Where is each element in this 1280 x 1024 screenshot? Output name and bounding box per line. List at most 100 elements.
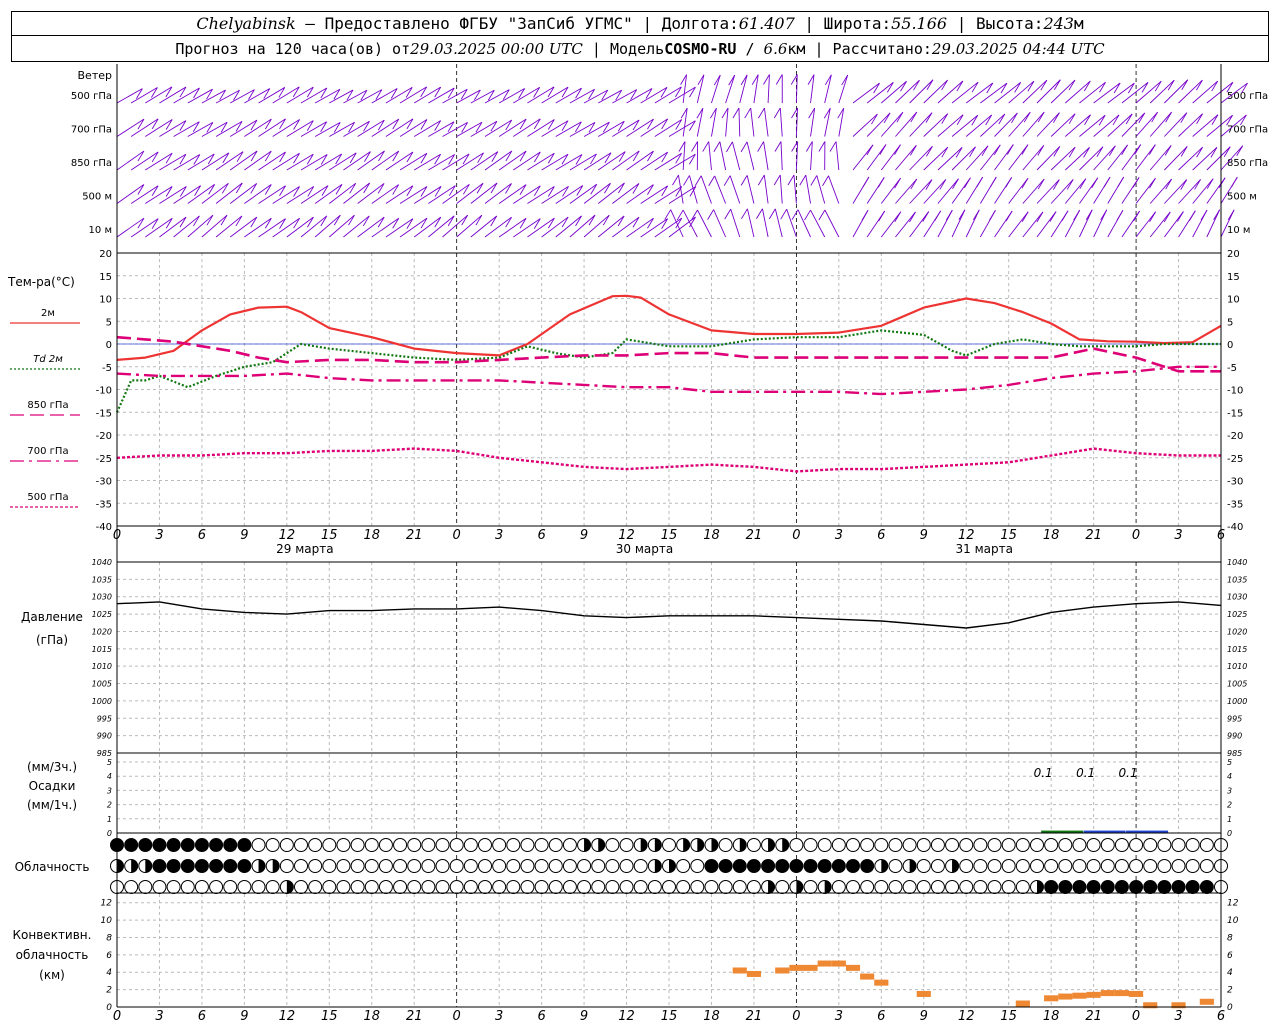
cloud-symbol [350,838,365,852]
wind-level-label-right: 500 гПа [1227,91,1268,102]
hour-tick-label-bottom: 3 [1174,1009,1182,1024]
cloud-partial-fill [782,838,789,852]
press-tick-right: 1025 [1227,610,1247,619]
wind-barb-flag [1165,178,1173,190]
wind-barb-staff [229,216,258,238]
wind-barb-staff [795,141,799,171]
hour-tick-label: 21 [1085,528,1102,543]
precip-tick-left: 0 [107,829,112,838]
wind-barb-staff [852,113,878,137]
wind-barb-staff [513,151,541,171]
wind-barb-flag [647,218,654,229]
cloud-partial-fill [640,838,648,852]
wind-barb-staff [527,152,555,171]
cloud-symbol [945,880,960,894]
wind-barb-staff [937,114,964,137]
wind-barb-staff [612,150,640,171]
wind-barb-staff [229,150,258,171]
wind-barb-staff [738,107,741,137]
hour-tick-label-bottom: 0 [453,1009,461,1024]
wind-barb-flag [193,215,200,227]
wind-barb-flag [1213,209,1221,220]
cloud-symbol [817,838,832,852]
hour-tick-label: 12 [618,528,635,543]
wind-barb-flag [664,209,672,220]
wind-barb-flag [363,182,371,194]
press-tick-left: 1030 [92,593,112,602]
cloud-symbol [393,859,408,873]
hour-tick-label: 9 [920,528,928,543]
cloud-partial-fill [654,859,662,873]
wind-barb-staff [1121,112,1146,137]
wind-barb-staff [980,113,1006,137]
wind-barb-staff [583,182,611,204]
press-tick-left: 1015 [92,645,112,654]
cloud-symbol [562,859,577,873]
wind-barb-flag [971,115,979,126]
hour-tick-label: 0 [453,528,461,543]
precip-bar [1041,830,1084,833]
wind-barb-flag [1112,114,1120,126]
wind-barb-flag [775,74,783,85]
wind-barb-staff [640,86,668,104]
cloud-symbol [223,838,238,852]
wind-barb-staff [215,120,243,137]
hour-tick-label-bottom: 3 [835,1009,843,1024]
temp-tick-right: 15 [1227,272,1240,283]
press-tick-left: 1020 [92,627,112,636]
wind-barb-staff [314,214,341,238]
wind-barb-staff [498,184,527,204]
wind-barb-flag [1200,209,1208,221]
wind-barb-flag [575,215,582,227]
cloud-symbol [294,880,308,894]
wind-barb-staff [810,141,813,171]
hour-tick-label: 0 [792,528,800,543]
press-tick-right: 1020 [1227,627,1247,636]
wind-barb-staff [258,218,286,238]
wind-barb-staff [272,152,300,171]
wind-barb-staff [555,87,582,104]
wind-barb-staff [159,86,187,104]
wind-barb-flag [708,175,716,187]
wind-barb-staff [145,152,173,171]
cloud-partial-fill [131,859,138,873]
wind-barb-flag [420,217,428,229]
cloud-symbol [888,838,903,852]
cloud-symbol [775,859,790,873]
wind-barb-flag [985,114,993,126]
wind-barb-flag [1148,144,1156,155]
hour-tick-label: 3 [1174,528,1182,543]
cloud-symbol [393,838,408,852]
wind-barb-staff [1065,147,1090,171]
wind-barb-flag [618,151,626,162]
wind-barb-flag [896,111,904,123]
wind-barb-staff [866,112,891,137]
cloud-symbol [322,859,337,873]
wind-barb-staff [1064,178,1087,204]
wind-barb-staff [286,186,314,204]
hour-tick-label-bottom: 18 [1043,1009,1060,1024]
cloud-symbol [1143,880,1158,894]
wind-barb-staff [272,217,300,238]
temp-tick-right: -25 [1227,454,1243,465]
wind-barb-staff [1008,111,1031,137]
wind-barb-flag [392,184,400,195]
cloud-symbol [209,859,224,873]
wind-barb-staff [640,151,668,171]
hour-tick-label-bottom: 12 [279,1009,296,1024]
cloud-symbol [180,859,195,873]
wind-barb-flag [250,150,258,162]
cloud-symbol [930,838,945,852]
convective-bar [874,979,889,986]
wind-barb-flag [604,183,611,194]
wind-barb-staff [1050,79,1076,104]
wind-barb-flag [878,210,886,222]
wind-barb-staff [456,182,484,204]
wind-barb-flag [757,174,765,186]
wind-barb-staff [130,185,159,204]
temp-tick-left: -5 [102,363,112,374]
cloud-symbol [1185,859,1200,873]
conv-title2: облачность [16,948,89,962]
hour-tick-label: 0 [1132,528,1140,543]
hour-tick-label: 21 [406,528,423,543]
